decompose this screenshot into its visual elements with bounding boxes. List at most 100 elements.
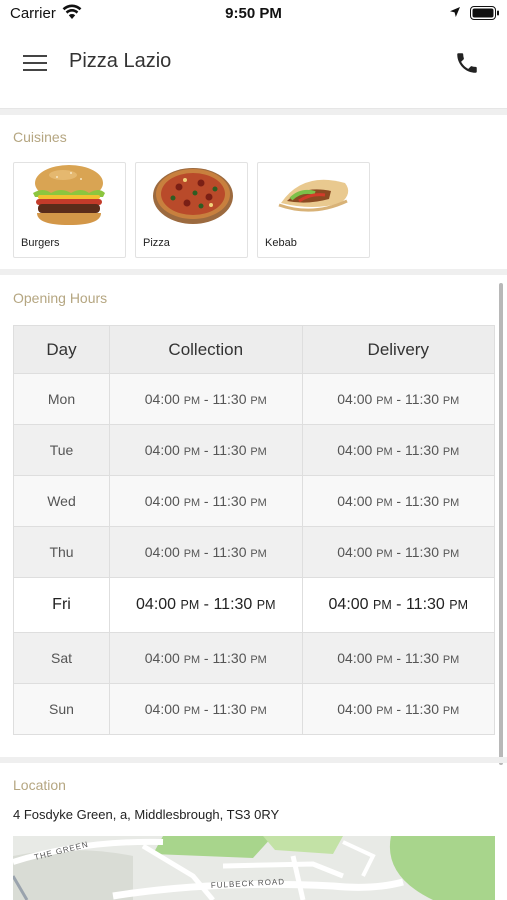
burger-image (33, 165, 105, 225)
delivery-start-time: 04:00 (328, 596, 369, 613)
collection-start-time: 04:00 (144, 701, 180, 717)
collection-start-time: 04:00 (144, 442, 180, 458)
delivery-hours-cell: 04:00 PM - 11:30 PM (301, 475, 495, 527)
column-header-collection: Collection (109, 325, 303, 374)
day-name: Fri (52, 596, 71, 613)
delivery-start-time: 04:00 (337, 544, 373, 560)
meridiem-label: PM (183, 446, 201, 458)
section-divider (0, 109, 507, 115)
table-row: Tue 04:00 PM - 11:30 PM 04:00 PM - 11:30 P… (13, 424, 495, 476)
opening-hours-table: Day Collection Delivery Mon 04:00 PM - 11… (13, 325, 495, 735)
delivery-hours-cell: 04:00 PM - 11:30 PM (301, 526, 495, 578)
collection-start-time: 04:00 (144, 544, 180, 560)
section-divider (0, 269, 507, 275)
delivery-start-time: 04:00 (337, 391, 373, 407)
collection-hours-cell: 04:00 PM - 11:30 PM (109, 632, 303, 684)
delivery-hours-cell: 04:00 PM - 11:30 PM (301, 424, 495, 476)
day-name: Tue (49, 442, 74, 458)
collection-hours-cell: 04:00 PM - 11:30 PM (109, 683, 303, 735)
day-cell: Sat (13, 632, 110, 684)
cuisine-label-burgers: Burgers (21, 237, 60, 249)
collection-end-time: 11:30 (213, 596, 253, 613)
meridiem-label: PM (376, 497, 393, 509)
delivery-hours-cell: 04:00 PM - 11:30 PM (301, 683, 495, 735)
hamburger-menu-icon[interactable] (22, 52, 48, 74)
table-row: Mon 04:00 PM - 11:30 PM 04:00 PM - 11:30 P… (13, 373, 495, 425)
collection-hours-cell: 04:00 PM - 11:30 PM (109, 526, 303, 578)
meridiem-label: PM (183, 705, 201, 717)
meridiem-label: PM (373, 598, 392, 612)
day-name: Wed (47, 493, 76, 509)
meridiem-label: PM (183, 497, 201, 509)
section-divider (0, 757, 507, 763)
meridiem-label: PM (376, 705, 393, 717)
meridiem-label: PM (250, 548, 267, 560)
delivery-end-time: 11:30 (405, 544, 439, 560)
meridiem-label: PM (376, 446, 393, 458)
column-header-day: Day (13, 325, 110, 374)
cuisine-card-pizza[interactable]: Pizza (135, 162, 248, 258)
meridiem-label: PM (442, 654, 460, 666)
collection-end-time: 11:30 (212, 701, 247, 717)
meridiem-label: PM (449, 598, 468, 612)
day-cell: Fri (13, 577, 110, 633)
cuisine-card-burgers[interactable]: Burgers (13, 162, 126, 258)
meridiem-label: PM (183, 395, 201, 407)
collection-end-time: 11:30 (212, 391, 247, 407)
delivery-start-time: 04:00 (337, 493, 373, 509)
delivery-hours-cell: 04:00 PM - 11:30 PM (301, 577, 495, 633)
delivery-end-time: 11:30 (405, 391, 439, 407)
day-cell: Mon (13, 373, 110, 425)
collection-start-time: 04:00 (144, 650, 180, 666)
pizza-image (153, 168, 233, 224)
day-name: Mon (47, 391, 76, 407)
collection-end-time: 11:30 (212, 544, 247, 560)
delivery-end-time: 11:30 (405, 701, 439, 717)
collection-start-time: 04:00 (144, 493, 180, 509)
cuisine-card-kebab[interactable]: Kebab (257, 162, 370, 258)
status-bar: Carrier 9:50 PM (0, 0, 507, 28)
meridiem-label: PM (180, 598, 200, 612)
day-cell: Thu (13, 526, 110, 578)
location-map[interactable]: THE GREEN FULBECK ROAD (13, 836, 495, 900)
collection-end-time: 11:30 (212, 442, 247, 458)
delivery-end-time: 11:30 (405, 493, 439, 509)
meridiem-label: PM (442, 497, 460, 509)
phone-icon[interactable] (454, 50, 480, 76)
day-cell: Sun (13, 683, 110, 735)
cuisine-label-pizza: Pizza (143, 237, 170, 249)
collection-hours-cell: 04:00 PM - 11:30 PM (109, 373, 303, 425)
restaurant-address: 4 Fosdyke Green, a, Middlesbrough, TS3 0… (13, 807, 280, 822)
delivery-start-time: 04:00 (337, 701, 373, 717)
restaurant-title: Pizza Lazio (69, 50, 172, 72)
table-header-row: Day Collection Delivery (13, 325, 495, 374)
opening-hours-rows: Mon 04:00 PM - 11:30 PM 04:00 PM - 11:30 P… (13, 373, 495, 735)
vertical-scrollbar[interactable] (499, 283, 503, 765)
table-row: Fri 04:00 PM - 11:30 PM 04:00 PM - 11:30 P… (13, 577, 495, 633)
collection-end-time: 11:30 (212, 493, 247, 509)
meridiem-label: PM (183, 654, 201, 666)
day-name: Sun (49, 701, 74, 717)
delivery-end-time: 11:30 (405, 650, 439, 666)
opening-hours-heading: Opening Hours (13, 290, 108, 306)
delivery-hours-cell: 04:00 PM - 11:30 PM (301, 632, 495, 684)
table-row: Sun 04:00 PM - 11:30 PM 04:00 PM - 11:30 P… (13, 683, 495, 735)
collection-hours-cell: 04:00 PM - 11:30 PM (109, 475, 303, 527)
meridiem-label: PM (376, 654, 393, 666)
meridiem-label: PM (442, 548, 460, 560)
map-tiles: THE GREEN FULBECK ROAD (13, 836, 495, 900)
meridiem-label: PM (256, 598, 276, 612)
collection-end-time: 11:30 (212, 650, 247, 666)
table-row: Wed 04:00 PM - 11:30 PM 04:00 PM - 11:30 P… (13, 475, 495, 527)
collection-start-time: 04:00 (136, 596, 177, 613)
location-heading: Location (13, 777, 66, 793)
meridiem-label: PM (442, 446, 460, 458)
delivery-start-time: 04:00 (337, 442, 373, 458)
delivery-end-time: 11:30 (405, 442, 439, 458)
meridiem-label: PM (376, 548, 393, 560)
app-header: Pizza Lazio (0, 28, 507, 109)
collection-start-time: 04:00 (144, 391, 180, 407)
meridiem-label: PM (183, 548, 201, 560)
day-name: Thu (49, 544, 74, 560)
delivery-hours-cell: 04:00 PM - 11:30 PM (301, 373, 495, 425)
